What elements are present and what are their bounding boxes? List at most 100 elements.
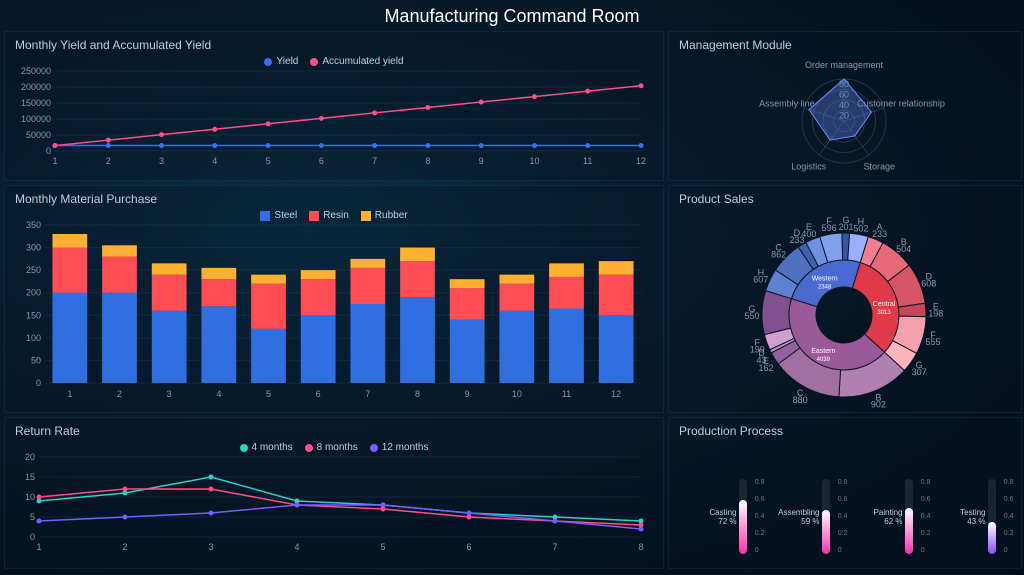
- legend-acc-yield: Accumulated yield: [322, 56, 403, 67]
- svg-text:7: 7: [552, 542, 557, 552]
- svg-text:5: 5: [30, 512, 35, 522]
- svg-text:880: 880: [793, 395, 808, 405]
- svg-text:504: 504: [896, 244, 911, 254]
- sales-title: Product Sales: [679, 192, 1011, 206]
- svg-text:201: 201: [839, 222, 854, 232]
- svg-text:6: 6: [466, 542, 471, 552]
- svg-text:12: 12: [611, 389, 621, 399]
- svg-text:550: 550: [745, 311, 760, 321]
- svg-text:150: 150: [26, 310, 41, 320]
- legend-yield: Yield: [276, 56, 298, 67]
- return-title: Return Rate: [15, 424, 653, 438]
- yield-title: Monthly Yield and Accumulated Yield: [15, 38, 653, 52]
- svg-text:100000: 100000: [21, 114, 51, 124]
- svg-text:7: 7: [365, 389, 370, 399]
- svg-text:1: 1: [67, 389, 72, 399]
- svg-text:7: 7: [372, 156, 377, 166]
- yield-legend: Yield Accumulated yield: [15, 56, 653, 67]
- svg-text:3013: 3013: [877, 310, 891, 316]
- svg-text:8: 8: [425, 156, 430, 166]
- gauge-row: Casting72 %0.80.60.40.20Assembling59 %0.…: [679, 444, 1011, 554]
- svg-text:Assembly line: Assembly line: [759, 99, 815, 109]
- material-chart: 050100150200250300350123456789101112: [15, 221, 651, 401]
- svg-text:9: 9: [465, 389, 470, 399]
- svg-text:4039: 4039: [817, 357, 831, 363]
- svg-text:199: 199: [750, 345, 765, 355]
- svg-text:400: 400: [801, 229, 816, 239]
- svg-text:150000: 150000: [21, 98, 51, 108]
- svg-text:8: 8: [415, 389, 420, 399]
- svg-text:198: 198: [928, 308, 943, 318]
- page-title: Manufacturing Command Room: [0, 0, 1024, 31]
- svg-text:233: 233: [872, 229, 887, 239]
- legend-12m: 12 months: [382, 442, 429, 453]
- material-title: Monthly Material Purchase: [15, 192, 653, 206]
- svg-text:100: 100: [26, 333, 41, 343]
- svg-text:Order management: Order management: [805, 60, 884, 70]
- svg-text:250000: 250000: [21, 67, 51, 76]
- return-legend: 4 months 8 months 12 months: [15, 442, 653, 453]
- svg-text:3: 3: [167, 389, 172, 399]
- svg-text:Eastern: Eastern: [811, 348, 835, 355]
- radar-chart: 20406080Order managementCustomer relatio…: [679, 56, 1009, 176]
- process-panel: Production Process Casting72 %0.80.60.40…: [668, 417, 1022, 569]
- legend-8m: 8 months: [317, 442, 358, 453]
- svg-text:2: 2: [117, 389, 122, 399]
- yield-panel: Monthly Yield and Accumulated Yield Yiel…: [4, 31, 664, 181]
- svg-text:Logistics: Logistics: [791, 161, 827, 171]
- svg-text:11: 11: [562, 389, 571, 399]
- svg-text:50000: 50000: [26, 130, 51, 140]
- svg-text:5: 5: [266, 389, 271, 399]
- svg-text:350: 350: [26, 221, 41, 230]
- svg-text:862: 862: [771, 249, 786, 259]
- svg-text:8: 8: [638, 542, 643, 552]
- svg-text:10: 10: [25, 492, 35, 502]
- legend-4m: 4 months: [252, 442, 293, 453]
- management-title: Management Module: [679, 38, 1011, 52]
- svg-text:200: 200: [26, 288, 41, 298]
- svg-text:43: 43: [757, 355, 767, 365]
- svg-text:9: 9: [479, 156, 484, 166]
- svg-text:307: 307: [912, 367, 927, 377]
- svg-text:0: 0: [46, 146, 51, 156]
- dashboard-grid: Monthly Yield and Accumulated Yield Yiel…: [0, 31, 1024, 569]
- yield-chart: 0500001000001500002000002500001234567891…: [15, 67, 651, 167]
- svg-text:12: 12: [636, 156, 646, 166]
- svg-text:Customer relationship: Customer relationship: [857, 99, 945, 109]
- return-panel: Return Rate 4 months 8 months 12 months …: [4, 417, 664, 569]
- material-panel: Monthly Material Purchase Steel Resin Ru…: [4, 185, 664, 413]
- svg-text:596: 596: [822, 223, 837, 233]
- svg-text:0: 0: [30, 532, 35, 542]
- svg-text:5: 5: [266, 156, 271, 166]
- svg-text:20: 20: [25, 453, 35, 462]
- svg-text:3: 3: [159, 156, 164, 166]
- svg-text:4: 4: [216, 389, 221, 399]
- svg-text:15: 15: [25, 472, 35, 482]
- svg-text:300: 300: [26, 243, 41, 253]
- return-chart: 0510152012345678: [15, 453, 651, 553]
- svg-text:5: 5: [380, 542, 385, 552]
- svg-text:0: 0: [36, 378, 41, 388]
- svg-text:4: 4: [212, 156, 217, 166]
- svg-text:Central: Central: [873, 301, 896, 308]
- svg-text:902: 902: [871, 399, 886, 409]
- svg-text:2348: 2348: [818, 284, 832, 290]
- svg-text:Western: Western: [812, 275, 838, 282]
- sales-panel: Product Sales Central 3013 Eastern 4039 West…: [668, 185, 1022, 413]
- svg-text:Storage: Storage: [864, 161, 896, 171]
- svg-text:607: 607: [753, 275, 768, 285]
- svg-text:11: 11: [583, 156, 592, 166]
- management-panel: Management Module 20406080Order manageme…: [668, 31, 1022, 181]
- svg-text:1: 1: [36, 542, 41, 552]
- svg-text:4: 4: [294, 542, 299, 552]
- legend-rubber: Rubber: [375, 210, 408, 221]
- legend-steel: Steel: [274, 210, 297, 221]
- svg-text:2: 2: [122, 542, 127, 552]
- svg-text:6: 6: [316, 389, 321, 399]
- svg-text:6: 6: [319, 156, 324, 166]
- svg-text:10: 10: [512, 389, 522, 399]
- svg-text:502: 502: [853, 224, 868, 234]
- sales-chart: Central3013Eastern4039Western2348A233B50…: [679, 210, 1009, 410]
- svg-text:555: 555: [926, 337, 941, 347]
- svg-text:608: 608: [921, 278, 936, 288]
